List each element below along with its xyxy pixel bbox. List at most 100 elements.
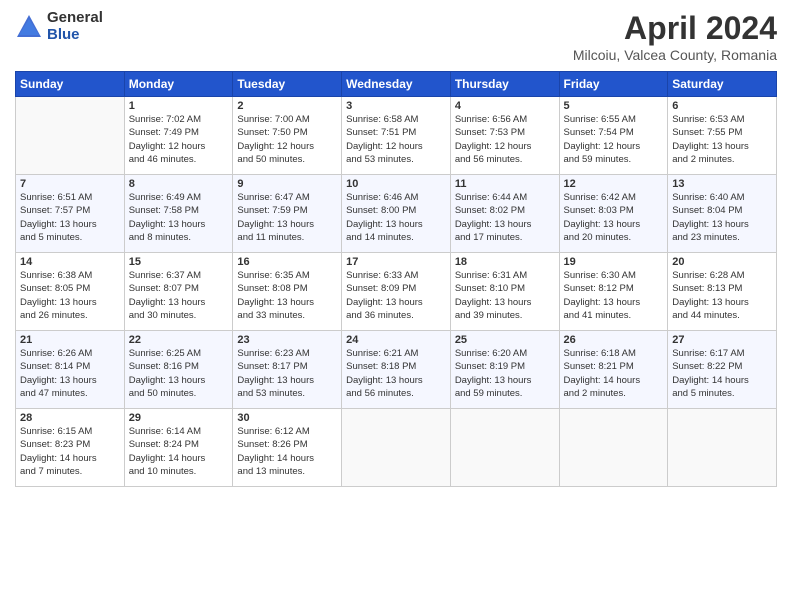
day-info: Sunrise: 6:18 AM Sunset: 8:21 PM Dayligh… [564,347,664,400]
logo-icon [15,13,43,41]
day-info: Sunrise: 6:12 AM Sunset: 8:26 PM Dayligh… [237,425,337,478]
day-number: 23 [237,334,337,346]
day-info: Sunrise: 6:46 AM Sunset: 8:00 PM Dayligh… [346,191,446,244]
day-header-wednesday: Wednesday [342,72,451,97]
day-info: Sunrise: 6:44 AM Sunset: 8:02 PM Dayligh… [455,191,555,244]
calendar-cell [559,409,668,487]
calendar-cell: 14Sunrise: 6:38 AM Sunset: 8:05 PM Dayli… [16,253,125,331]
day-info: Sunrise: 6:49 AM Sunset: 7:58 PM Dayligh… [129,191,229,244]
day-info: Sunrise: 6:47 AM Sunset: 7:59 PM Dayligh… [237,191,337,244]
day-header-sunday: Sunday [16,72,125,97]
calendar-cell: 29Sunrise: 6:14 AM Sunset: 8:24 PM Dayli… [124,409,233,487]
day-header-tuesday: Tuesday [233,72,342,97]
logo-blue-text: Blue [47,27,103,44]
day-number: 2 [237,100,337,112]
day-info: Sunrise: 6:55 AM Sunset: 7:54 PM Dayligh… [564,113,664,166]
day-info: Sunrise: 6:26 AM Sunset: 8:14 PM Dayligh… [20,347,120,400]
calendar-cell: 2Sunrise: 7:00 AM Sunset: 7:50 PM Daylig… [233,97,342,175]
day-info: Sunrise: 6:40 AM Sunset: 8:04 PM Dayligh… [672,191,772,244]
day-number: 12 [564,178,664,190]
day-number: 24 [346,334,446,346]
calendar-cell: 13Sunrise: 6:40 AM Sunset: 8:04 PM Dayli… [668,175,777,253]
calendar-cell: 1Sunrise: 7:02 AM Sunset: 7:49 PM Daylig… [124,97,233,175]
day-info: Sunrise: 6:25 AM Sunset: 8:16 PM Dayligh… [129,347,229,400]
day-header-monday: Monday [124,72,233,97]
calendar-cell: 30Sunrise: 6:12 AM Sunset: 8:26 PM Dayli… [233,409,342,487]
day-info: Sunrise: 6:28 AM Sunset: 8:13 PM Dayligh… [672,269,772,322]
day-info: Sunrise: 6:37 AM Sunset: 8:07 PM Dayligh… [129,269,229,322]
day-header-thursday: Thursday [450,72,559,97]
day-info: Sunrise: 6:20 AM Sunset: 8:19 PM Dayligh… [455,347,555,400]
day-number: 18 [455,256,555,268]
calendar-cell: 3Sunrise: 6:58 AM Sunset: 7:51 PM Daylig… [342,97,451,175]
day-number: 5 [564,100,664,112]
calendar-cell: 16Sunrise: 6:35 AM Sunset: 8:08 PM Dayli… [233,253,342,331]
calendar-cell: 24Sunrise: 6:21 AM Sunset: 8:18 PM Dayli… [342,331,451,409]
day-info: Sunrise: 6:14 AM Sunset: 8:24 PM Dayligh… [129,425,229,478]
logo: General Blue [15,10,103,43]
calendar-cell [342,409,451,487]
calendar-cell: 12Sunrise: 6:42 AM Sunset: 8:03 PM Dayli… [559,175,668,253]
location: Milcoiu, Valcea County, Romania [573,47,777,63]
calendar-cell: 15Sunrise: 6:37 AM Sunset: 8:07 PM Dayli… [124,253,233,331]
calendar-cell: 8Sunrise: 6:49 AM Sunset: 7:58 PM Daylig… [124,175,233,253]
calendar-cell: 5Sunrise: 6:55 AM Sunset: 7:54 PM Daylig… [559,97,668,175]
day-info: Sunrise: 6:21 AM Sunset: 8:18 PM Dayligh… [346,347,446,400]
day-info: Sunrise: 7:00 AM Sunset: 7:50 PM Dayligh… [237,113,337,166]
calendar-cell: 18Sunrise: 6:31 AM Sunset: 8:10 PM Dayli… [450,253,559,331]
day-info: Sunrise: 6:38 AM Sunset: 8:05 PM Dayligh… [20,269,120,322]
day-number: 13 [672,178,772,190]
calendar-cell: 28Sunrise: 6:15 AM Sunset: 8:23 PM Dayli… [16,409,125,487]
day-number: 27 [672,334,772,346]
day-header-saturday: Saturday [668,72,777,97]
calendar-cell: 25Sunrise: 6:20 AM Sunset: 8:19 PM Dayli… [450,331,559,409]
day-header-friday: Friday [559,72,668,97]
calendar-cell: 22Sunrise: 6:25 AM Sunset: 8:16 PM Dayli… [124,331,233,409]
day-info: Sunrise: 6:33 AM Sunset: 8:09 PM Dayligh… [346,269,446,322]
logo-general-text: General [47,10,103,27]
calendar-cell: 17Sunrise: 6:33 AM Sunset: 8:09 PM Dayli… [342,253,451,331]
day-info: Sunrise: 6:51 AM Sunset: 7:57 PM Dayligh… [20,191,120,244]
day-info: Sunrise: 7:02 AM Sunset: 7:49 PM Dayligh… [129,113,229,166]
day-info: Sunrise: 6:31 AM Sunset: 8:10 PM Dayligh… [455,269,555,322]
day-number: 1 [129,100,229,112]
day-number: 9 [237,178,337,190]
day-info: Sunrise: 6:58 AM Sunset: 7:51 PM Dayligh… [346,113,446,166]
day-number: 19 [564,256,664,268]
day-number: 7 [20,178,120,190]
calendar-cell: 19Sunrise: 6:30 AM Sunset: 8:12 PM Dayli… [559,253,668,331]
day-number: 21 [20,334,120,346]
calendar-cell: 7Sunrise: 6:51 AM Sunset: 7:57 PM Daylig… [16,175,125,253]
day-number: 10 [346,178,446,190]
calendar-cell: 23Sunrise: 6:23 AM Sunset: 8:17 PM Dayli… [233,331,342,409]
day-number: 20 [672,256,772,268]
day-number: 3 [346,100,446,112]
day-info: Sunrise: 6:15 AM Sunset: 8:23 PM Dayligh… [20,425,120,478]
day-number: 16 [237,256,337,268]
calendar-table: SundayMondayTuesdayWednesdayThursdayFrid… [15,71,777,487]
day-number: 6 [672,100,772,112]
month-title: April 2024 [573,10,777,47]
calendar-cell: 4Sunrise: 6:56 AM Sunset: 7:53 PM Daylig… [450,97,559,175]
calendar-cell: 10Sunrise: 6:46 AM Sunset: 8:00 PM Dayli… [342,175,451,253]
day-number: 15 [129,256,229,268]
day-number: 28 [20,412,120,424]
day-info: Sunrise: 6:42 AM Sunset: 8:03 PM Dayligh… [564,191,664,244]
day-number: 26 [564,334,664,346]
day-info: Sunrise: 6:35 AM Sunset: 8:08 PM Dayligh… [237,269,337,322]
calendar-cell: 21Sunrise: 6:26 AM Sunset: 8:14 PM Dayli… [16,331,125,409]
day-info: Sunrise: 6:30 AM Sunset: 8:12 PM Dayligh… [564,269,664,322]
day-number: 8 [129,178,229,190]
calendar-cell: 27Sunrise: 6:17 AM Sunset: 8:22 PM Dayli… [668,331,777,409]
day-number: 22 [129,334,229,346]
day-info: Sunrise: 6:53 AM Sunset: 7:55 PM Dayligh… [672,113,772,166]
day-number: 30 [237,412,337,424]
day-number: 17 [346,256,446,268]
day-number: 14 [20,256,120,268]
calendar-cell [450,409,559,487]
day-number: 25 [455,334,555,346]
day-number: 29 [129,412,229,424]
day-number: 4 [455,100,555,112]
calendar-cell: 9Sunrise: 6:47 AM Sunset: 7:59 PM Daylig… [233,175,342,253]
day-info: Sunrise: 6:17 AM Sunset: 8:22 PM Dayligh… [672,347,772,400]
